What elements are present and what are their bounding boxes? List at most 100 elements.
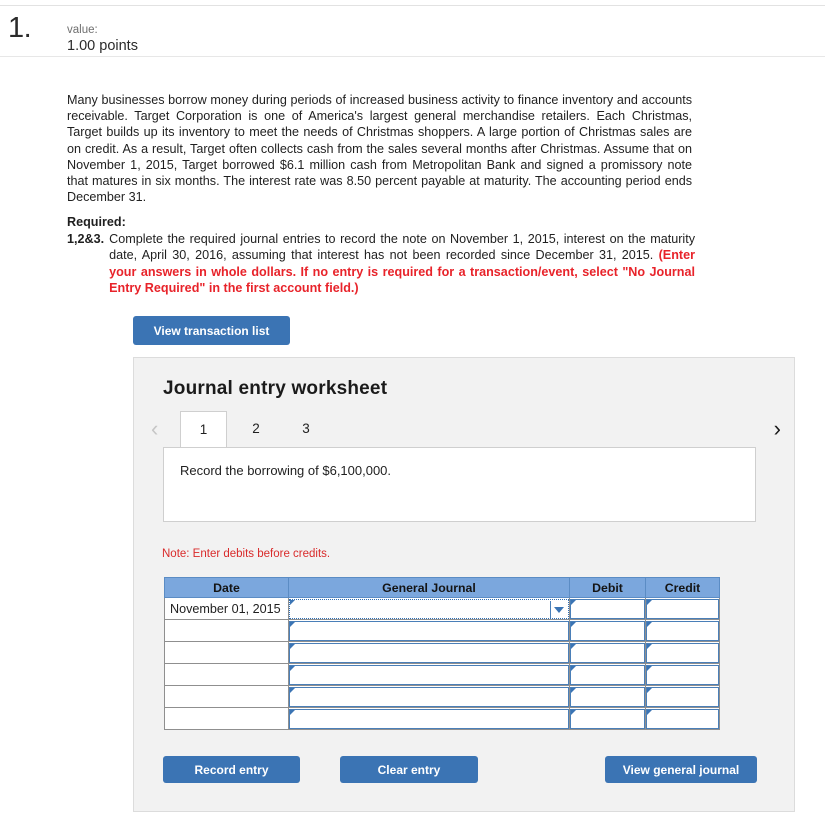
debit-input[interactable] — [570, 620, 645, 641]
instruction-text: Record the borrowing of $6,100,000. — [180, 463, 392, 478]
journal-entry-worksheet-panel: Journal entry worksheet ‹ 1 2 3 › Record… — [133, 357, 795, 812]
required-section: Required: 1,2&3. Complete the required j… — [67, 214, 695, 296]
required-item: 1,2&3. Complete the required journal ent… — [67, 231, 695, 296]
cell-date[interactable] — [164, 663, 289, 686]
required-title: Required: — [67, 215, 126, 229]
cell-marker-icon — [571, 599, 576, 605]
cell-debit[interactable] — [569, 685, 646, 708]
column-header-credit: Credit — [645, 577, 720, 598]
credit-input[interactable] — [646, 598, 719, 619]
table-row: November 01, 2015 — [164, 597, 720, 620]
cell-marker-icon — [290, 709, 295, 715]
account-select[interactable] — [289, 664, 569, 685]
cell-general-journal[interactable] — [288, 597, 570, 620]
next-entry-chevron-icon[interactable]: › — [774, 415, 781, 443]
tab-entry-3[interactable]: 3 — [293, 411, 319, 447]
cell-marker-icon — [290, 599, 295, 605]
cell-date[interactable]: November 01, 2015 — [164, 597, 289, 620]
cell-credit[interactable] — [645, 685, 720, 708]
cell-debit[interactable] — [569, 663, 646, 686]
credit-input[interactable] — [646, 686, 719, 707]
cell-marker-icon — [647, 599, 652, 605]
cell-marker-icon — [571, 665, 576, 671]
account-select[interactable] — [289, 708, 569, 729]
cell-date[interactable] — [164, 641, 289, 664]
question-number: 1. — [8, 12, 32, 44]
column-header-date: Date — [164, 577, 289, 598]
tab-entry-2[interactable]: 2 — [243, 411, 269, 447]
cell-general-journal[interactable] — [288, 685, 570, 708]
required-item-number: 1,2&3. — [67, 232, 105, 247]
cell-marker-icon — [571, 621, 576, 627]
cell-marker-icon — [571, 643, 576, 649]
question-page: 1. value: 1.00 points Many businesses bo… — [0, 0, 825, 828]
account-select[interactable] — [289, 642, 569, 663]
cell-date[interactable] — [164, 707, 289, 730]
cell-date[interactable] — [164, 619, 289, 642]
cell-marker-icon — [571, 687, 576, 693]
cell-general-journal[interactable] — [288, 641, 570, 664]
worksheet-title: Journal entry worksheet — [163, 378, 388, 399]
cell-debit[interactable] — [569, 619, 646, 642]
cell-marker-icon — [647, 621, 652, 627]
question-header: 1. value: 1.00 points — [0, 5, 825, 57]
value-label: value: — [67, 24, 98, 36]
instruction-box: Record the borrowing of $6,100,000. — [163, 447, 756, 522]
cell-marker-icon — [647, 709, 652, 715]
cell-credit[interactable] — [645, 619, 720, 642]
cell-marker-icon — [290, 643, 295, 649]
column-header-debit: Debit — [569, 577, 646, 598]
debit-input[interactable] — [570, 686, 645, 707]
tab-entry-1[interactable]: 1 — [180, 411, 227, 448]
cell-credit[interactable] — [645, 641, 720, 664]
account-select[interactable] — [289, 686, 569, 707]
view-transaction-list-button[interactable]: View transaction list — [133, 316, 290, 345]
dropdown-separator — [550, 600, 551, 618]
debit-input[interactable] — [570, 642, 645, 663]
cell-marker-icon — [290, 665, 295, 671]
cell-general-journal[interactable] — [288, 663, 570, 686]
cell-debit[interactable] — [569, 641, 646, 664]
table-row — [164, 641, 720, 664]
debit-input[interactable] — [570, 708, 645, 729]
debit-input[interactable] — [570, 664, 645, 685]
cell-marker-icon — [647, 687, 652, 693]
table-row — [164, 707, 720, 730]
cell-debit[interactable] — [569, 707, 646, 730]
table-row — [164, 619, 720, 642]
cell-marker-icon — [647, 665, 652, 671]
cell-marker-icon — [290, 687, 295, 693]
credit-input[interactable] — [646, 620, 719, 641]
required-item-body: Complete the required journal entries to… — [109, 232, 695, 263]
table-row — [164, 685, 720, 708]
account-select[interactable] — [289, 620, 569, 641]
cell-general-journal[interactable] — [288, 707, 570, 730]
cell-general-journal[interactable] — [288, 619, 570, 642]
credit-input[interactable] — [646, 708, 719, 729]
points-value: 1.00 points — [67, 38, 138, 54]
account-select[interactable] — [289, 598, 569, 619]
cell-date[interactable] — [164, 685, 289, 708]
column-header-general-journal: General Journal — [288, 577, 570, 598]
credit-input[interactable] — [646, 642, 719, 663]
cell-marker-icon — [290, 621, 295, 627]
debit-input[interactable] — [570, 598, 645, 619]
record-entry-button[interactable]: Record entry — [163, 756, 300, 783]
credit-input[interactable] — [646, 664, 719, 685]
journal-entry-table: Date General Journal Debit Credit Novemb… — [164, 577, 720, 730]
view-general-journal-button[interactable]: View general journal — [605, 756, 757, 783]
cell-debit[interactable] — [569, 597, 646, 620]
previous-entry-chevron-icon[interactable]: ‹ — [151, 415, 158, 443]
cell-marker-icon — [647, 643, 652, 649]
table-header-row: Date General Journal Debit Credit — [164, 577, 720, 598]
cell-credit[interactable] — [645, 597, 720, 620]
worksheet-tabstrip: ‹ 1 2 3 › — [146, 411, 784, 448]
cell-marker-icon — [571, 709, 576, 715]
cell-credit[interactable] — [645, 707, 720, 730]
chevron-down-icon[interactable] — [554, 606, 564, 613]
debits-before-credits-note: Note: Enter debits before credits. — [162, 548, 331, 560]
question-prose: Many businesses borrow money during peri… — [67, 93, 692, 205]
table-row — [164, 663, 720, 686]
cell-credit[interactable] — [645, 663, 720, 686]
clear-entry-button[interactable]: Clear entry — [340, 756, 478, 783]
